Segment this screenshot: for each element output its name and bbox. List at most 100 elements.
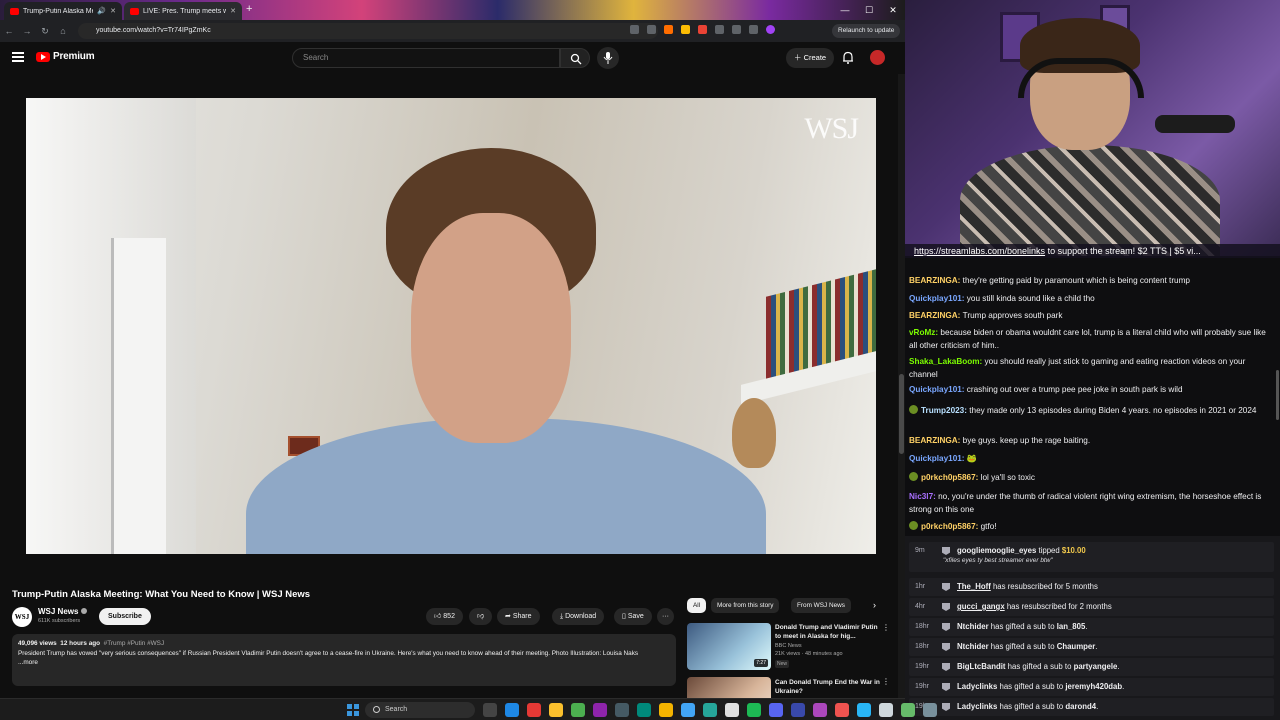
- tab-close-icon[interactable]: ✕: [230, 7, 236, 15]
- taskbar-app-icon[interactable]: [505, 703, 519, 717]
- scrollbar-thumb[interactable]: [899, 374, 904, 454]
- event-user[interactable]: BigLtcBandit: [957, 662, 1006, 671]
- taskbar-app-icon[interactable]: [571, 703, 585, 717]
- taskbar-app-icon[interactable]: [637, 703, 651, 717]
- windows-start-icon[interactable]: [347, 704, 359, 716]
- chat-username[interactable]: Quickplay101:: [909, 294, 967, 303]
- star-icon[interactable]: [647, 25, 656, 34]
- recommended-video[interactable]: 7:27 Donald Trump and Vladimir Putin to …: [687, 623, 897, 675]
- taskbar-app-icon[interactable]: [791, 703, 805, 717]
- create-button[interactable]: ＋ Create: [786, 48, 835, 68]
- recommended-title[interactable]: Can Donald Trump End the War in Ukraine?: [775, 678, 883, 696]
- event-user[interactable]: googliemooglie_eyes: [957, 546, 1036, 555]
- channel-avatar[interactable]: WSJ: [12, 607, 32, 627]
- taskbar-app-icon[interactable]: [769, 703, 783, 717]
- taskbar-app-icon[interactable]: [923, 703, 937, 717]
- chip-from-wsj-news[interactable]: From WSJ News: [791, 598, 851, 613]
- save-button[interactable]: ▯ Save: [614, 608, 652, 625]
- chip-all[interactable]: All: [687, 598, 707, 613]
- extension-icon[interactable]: [698, 25, 707, 34]
- dislike-button[interactable]: 👎︎: [469, 608, 493, 625]
- page-scrollbar[interactable]: [898, 74, 905, 698]
- new-tab-icon[interactable]: +: [246, 3, 252, 15]
- chat-scrollbar[interactable]: [1276, 370, 1279, 420]
- taskbar-app-icon[interactable]: [527, 703, 541, 717]
- minimize-icon[interactable]: —: [833, 0, 857, 20]
- event-user[interactable]: Ladyclinks: [957, 702, 997, 711]
- chat-username[interactable]: Nic3l7:: [909, 492, 938, 501]
- hamburger-menu-icon[interactable]: [12, 52, 24, 62]
- taskbar-app-icon[interactable]: [593, 703, 607, 717]
- tab-close-icon[interactable]: ✕: [110, 7, 116, 15]
- extension-icon[interactable]: [715, 25, 724, 34]
- chat-username[interactable]: Quickplay101:: [909, 454, 967, 463]
- chat-username[interactable]: Trump2023:: [921, 406, 969, 415]
- taskbar-app-icon[interactable]: [725, 703, 739, 717]
- kebab-menu-icon[interactable]: ⋮: [882, 623, 890, 632]
- taskbar-app-icon[interactable]: [681, 703, 695, 717]
- event-user[interactable]: The_Hoff: [957, 582, 991, 591]
- hashtags[interactable]: #Trump #Putin #WSJ: [104, 640, 165, 647]
- puzzle-icon[interactable]: [732, 25, 741, 34]
- back-icon[interactable]: ←: [0, 26, 18, 36]
- voice-search-button[interactable]: [597, 47, 619, 69]
- url-field[interactable]: youtube.com/watch?v=Tr74IPgZmKc: [78, 23, 658, 39]
- close-window-icon[interactable]: ✕: [881, 0, 905, 20]
- event-user[interactable]: Ladyclinks: [957, 682, 997, 691]
- extension-icon[interactable]: [681, 25, 690, 34]
- taskbar-app-icon[interactable]: [857, 703, 871, 717]
- tab-trump-putin[interactable]: Trump-Putin Alaska Meetin 🔊 ✕: [4, 2, 122, 20]
- video-thumbnail[interactable]: [687, 677, 771, 698]
- chat-username[interactable]: BEARZINGA:: [909, 436, 963, 445]
- cast-icon[interactable]: [630, 25, 639, 34]
- audio-icon[interactable]: 🔊: [97, 7, 106, 15]
- recommended-title[interactable]: Donald Trump and Vladimir Putin to meet …: [775, 623, 883, 641]
- maximize-icon[interactable]: ☐: [857, 0, 881, 20]
- taskbar-search[interactable]: Search: [365, 702, 475, 718]
- account-avatar[interactable]: [870, 50, 885, 65]
- show-more-link[interactable]: ...more: [18, 658, 670, 668]
- chevron-right-icon[interactable]: ›: [873, 600, 876, 610]
- taskbar-app-icon[interactable]: [703, 703, 717, 717]
- video-player[interactable]: WSJ: [26, 98, 876, 554]
- event-user[interactable]: gucci_gangx: [957, 602, 1005, 611]
- forward-icon[interactable]: →: [18, 26, 36, 36]
- tab-live[interactable]: LIVE: Pres. Trump meets with P ✕: [124, 2, 242, 20]
- profile-icon[interactable]: [766, 25, 775, 34]
- notifications-bell-icon[interactable]: [842, 51, 854, 64]
- description-box[interactable]: 49,096 views 12 hours ago #Trump #Putin …: [12, 634, 676, 686]
- chat-username[interactable]: Shaka_LakaBoom:: [909, 357, 985, 366]
- like-button[interactable]: 👍︎ 852: [426, 608, 463, 625]
- taskbar-app-icon[interactable]: [813, 703, 827, 717]
- extension-icon[interactable]: [664, 25, 673, 34]
- chat-username[interactable]: vRoMz:: [909, 328, 940, 337]
- chat-username[interactable]: BEARZINGA:: [909, 276, 963, 285]
- taskbar-app-icon[interactable]: [615, 703, 629, 717]
- event-user[interactable]: Ntchider: [957, 622, 989, 631]
- share-button[interactable]: ➦ Share: [497, 608, 540, 625]
- recommended-video[interactable]: Can Donald Trump End the War in Ukraine?…: [687, 677, 897, 698]
- chip-more-from-story[interactable]: More from this story: [711, 598, 780, 613]
- search-input[interactable]: Search: [292, 48, 560, 68]
- search-button[interactable]: [560, 48, 590, 68]
- video-thumbnail[interactable]: 7:27: [687, 623, 771, 670]
- relaunch-button[interactable]: Relaunch to update: [832, 24, 901, 38]
- chat-username[interactable]: p0rkch0p5867:: [921, 522, 981, 531]
- sidebar-icon[interactable]: [749, 25, 758, 34]
- taskbar-app-icon[interactable]: [483, 703, 497, 717]
- event-user[interactable]: Ntchider: [957, 642, 989, 651]
- taskbar-app-icon[interactable]: [659, 703, 673, 717]
- taskbar-app-icon[interactable]: [879, 703, 893, 717]
- chat-username[interactable]: Quickplay101:: [909, 385, 967, 394]
- channel-name[interactable]: WSJ News: [38, 607, 88, 616]
- taskbar-app-icon[interactable]: [901, 703, 915, 717]
- taskbar-app-icon[interactable]: [549, 703, 563, 717]
- chat-username[interactable]: BEARZINGA:: [909, 311, 963, 320]
- taskbar-app-icon[interactable]: [747, 703, 761, 717]
- kebab-menu-icon[interactable]: ⋮: [882, 677, 890, 686]
- taskbar-app-icon[interactable]: [835, 703, 849, 717]
- reload-icon[interactable]: ↻: [36, 26, 54, 37]
- more-actions-button[interactable]: ···: [657, 608, 674, 625]
- home-icon[interactable]: ⌂: [54, 26, 72, 36]
- donation-link[interactable]: https://streamlabs.com/bonelinks: [914, 246, 1045, 256]
